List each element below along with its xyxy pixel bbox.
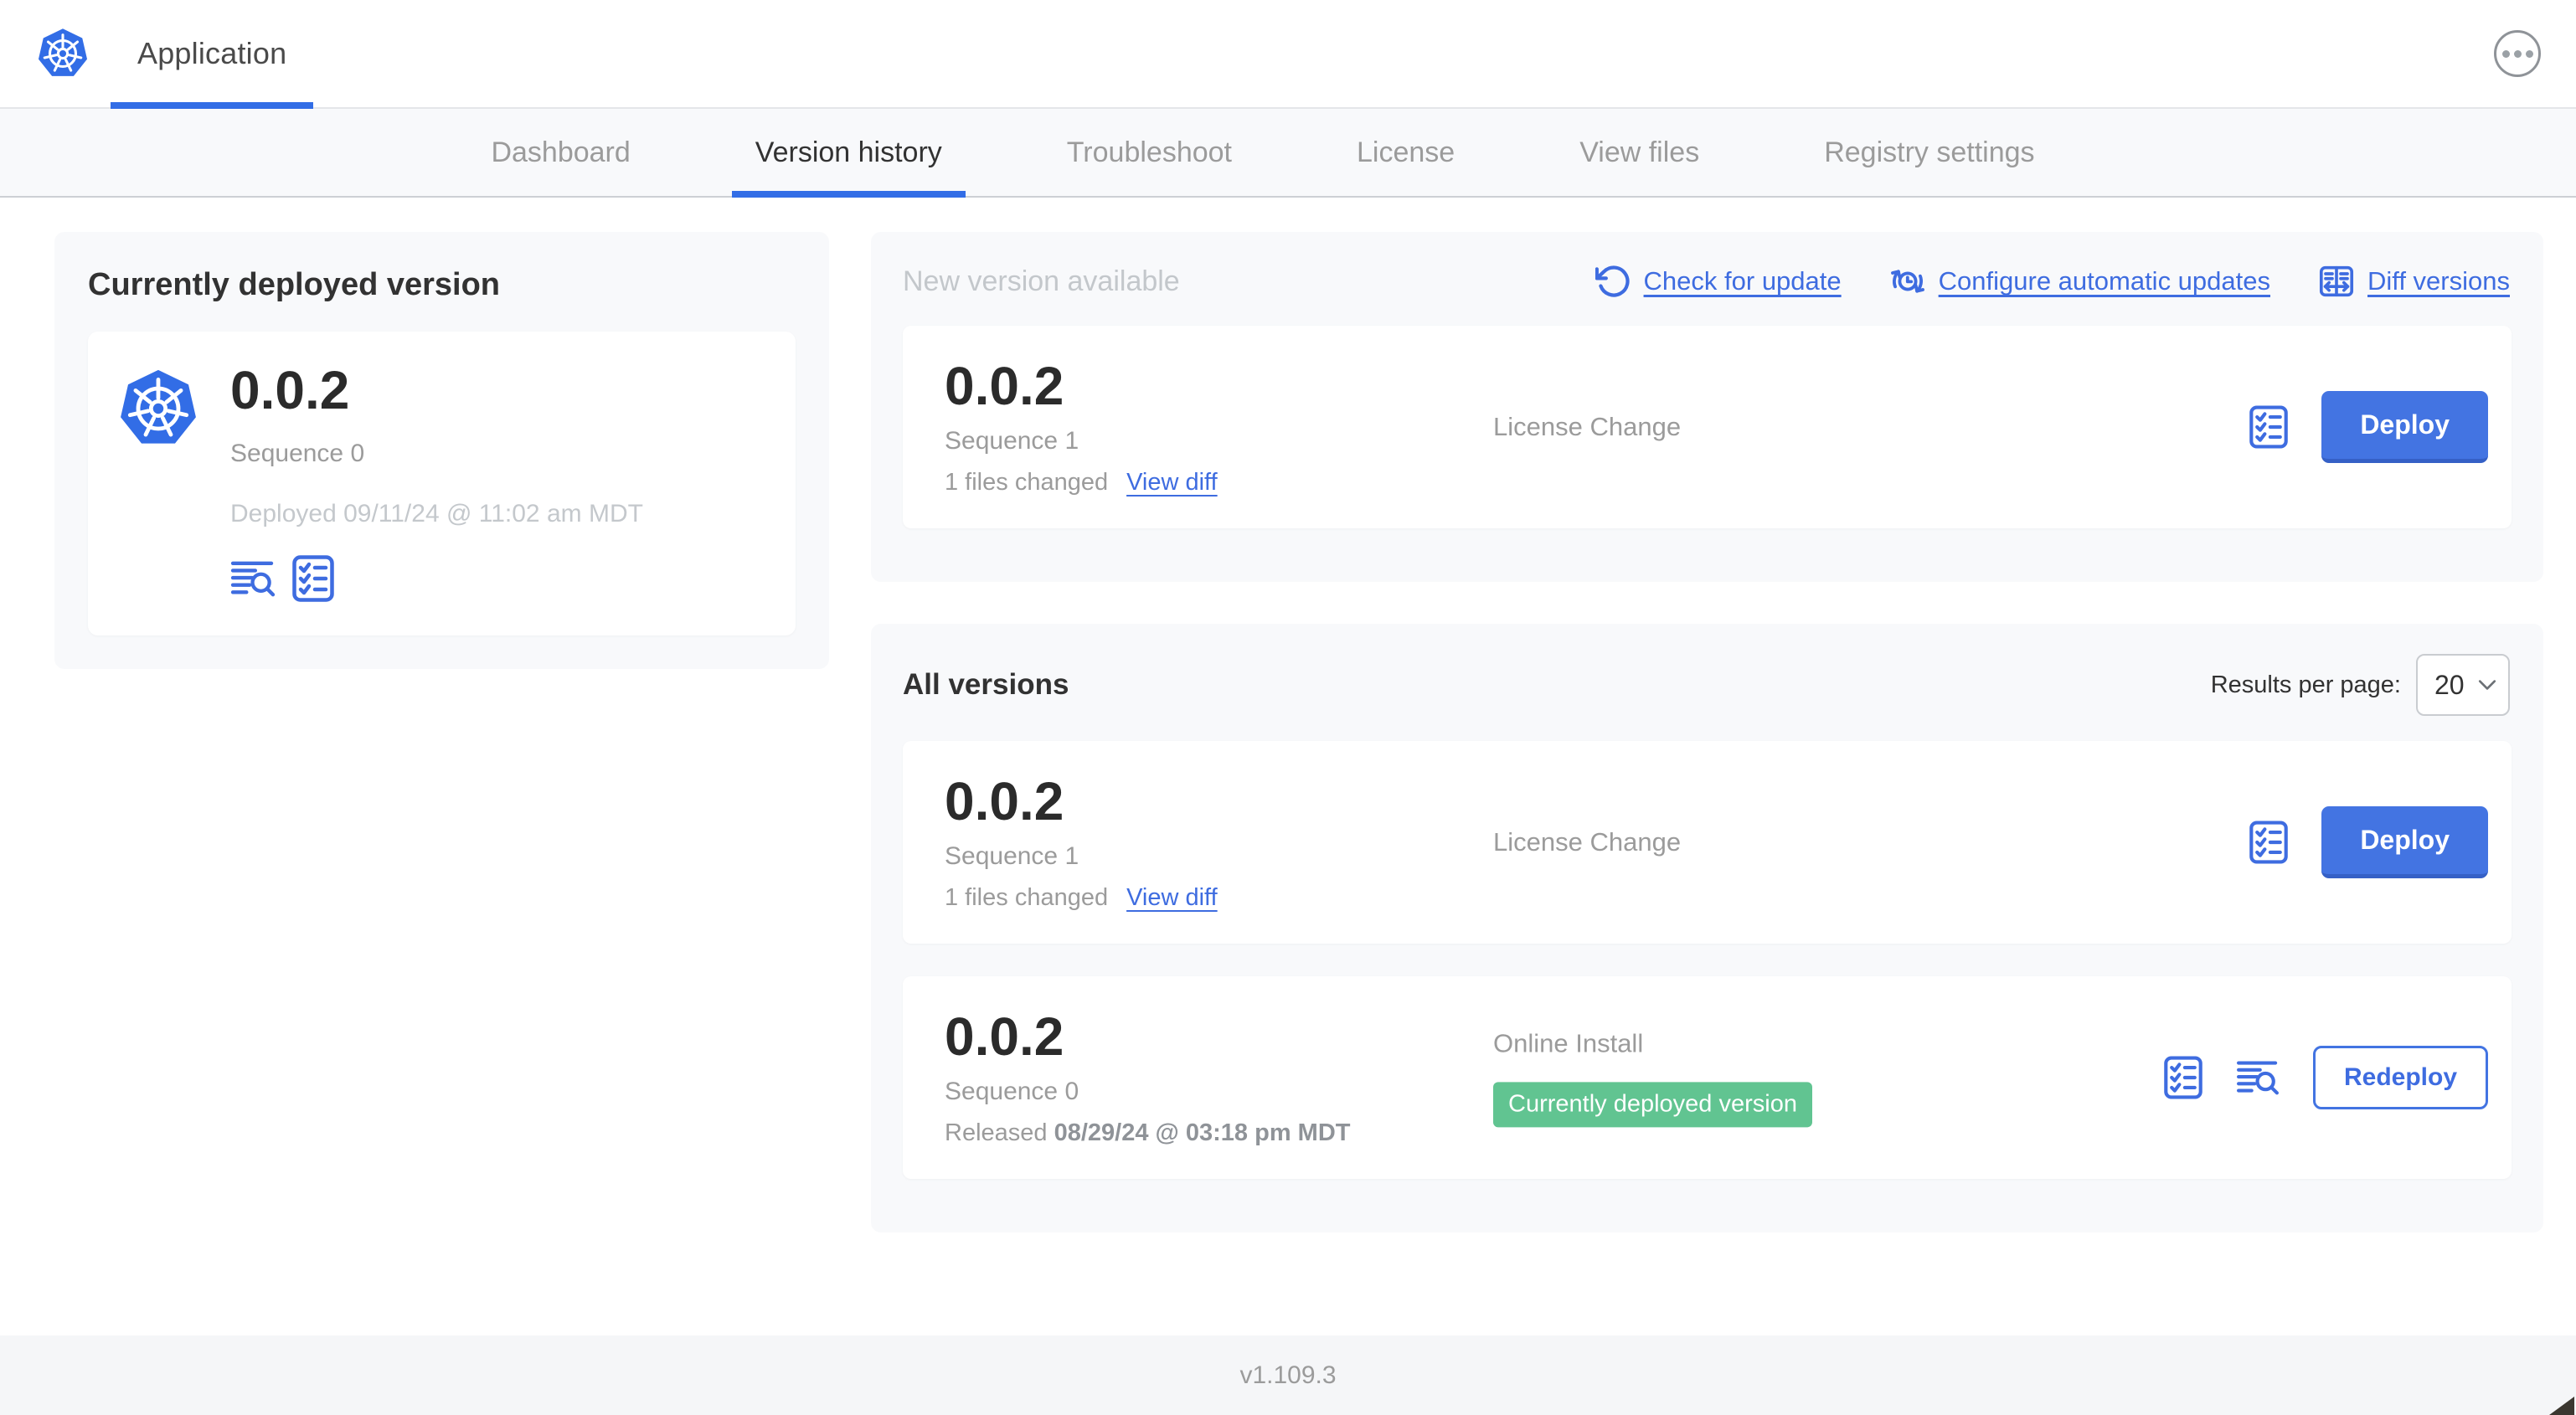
app-tab[interactable]: Application: [111, 0, 314, 109]
files-changed-label: 1 files changed: [945, 469, 1109, 497]
version-row-sequence-0: 0.0.2 Sequence 0 Released 08/29/24 @ 03:…: [903, 976, 2512, 1180]
current-sequence: Sequence 0: [230, 440, 365, 468]
app-brand: Application: [37, 0, 314, 109]
refresh-ccw-icon: [1595, 265, 1630, 297]
chevron-down-icon: [2478, 680, 2496, 690]
page-footer: v1.109.3: [0, 1335, 2576, 1415]
console-version-label: v1.109.3: [1239, 1361, 1337, 1389]
active-tab-underline: [731, 191, 966, 198]
version-sequence: Sequence 1: [945, 842, 1079, 871]
current-version-number: 0.0.2: [230, 360, 350, 420]
diff-table-icon: [2319, 265, 2354, 297]
admin-console-page: Application Dashboard Version history Tr…: [0, 0, 2576, 1415]
configure-automatic-updates-link[interactable]: Configure automatic updates: [1888, 262, 2270, 301]
version-number: 0.0.2: [945, 356, 1064, 416]
tab-license[interactable]: License: [1357, 109, 1455, 196]
deploy-button[interactable]: Deploy: [2321, 391, 2488, 464]
tab-version-history[interactable]: Version history: [731, 109, 966, 198]
nav-tabbar: Dashboard Version history Troubleshoot L…: [0, 109, 2576, 198]
new-version-panel: New version available Check for update C…: [871, 232, 2543, 583]
tab-view-files[interactable]: View files: [1579, 109, 1699, 196]
preflight-checks-icon[interactable]: [292, 555, 334, 602]
diff-versions-link[interactable]: Diff versions: [2317, 262, 2510, 301]
version-source-label: Online Install: [1493, 1028, 1644, 1058]
currently-deployed-panel: Currently deployed version 0.0.2 Sequenc…: [54, 232, 829, 670]
preflight-checks-icon[interactable]: [2249, 821, 2288, 864]
tab-dashboard[interactable]: Dashboard: [491, 109, 630, 196]
deploy-button[interactable]: Deploy: [2321, 806, 2488, 879]
kubernetes-logo-icon: [37, 26, 89, 81]
version-number: 0.0.2: [945, 1006, 1064, 1068]
currently-deployed-card: 0.0.2 Sequence 0 Deployed 09/11/24 @ 11:…: [88, 332, 796, 636]
results-per-page-label: Results per page:: [2210, 671, 2401, 698]
version-number: 0.0.2: [945, 771, 1064, 832]
version-source-label: License Change: [1493, 827, 1682, 857]
preflight-checks-icon[interactable]: [2164, 1056, 2202, 1099]
version-sequence: Sequence 1: [945, 427, 1079, 455]
app-tab-active-underline: [111, 102, 314, 109]
all-versions-panel: All versions Results per page: 20 0.0.2 …: [871, 624, 2543, 1233]
deploy-logs-icon[interactable]: [230, 559, 276, 598]
tab-registry-settings[interactable]: Registry settings: [1824, 109, 2034, 196]
all-versions-title: All versions: [903, 668, 1069, 702]
preflight-checks-icon[interactable]: [2249, 405, 2288, 449]
results-per-page-select[interactable]: 20: [2416, 654, 2510, 717]
clock-refresh-icon: [1890, 270, 1924, 293]
view-diff-link[interactable]: View diff: [1126, 884, 1218, 912]
files-changed-label: 1 files changed: [945, 884, 1109, 912]
redeploy-button[interactable]: Redeploy: [2312, 1046, 2488, 1110]
new-version-title: New version available: [903, 265, 1180, 297]
currently-deployed-title: Currently deployed version: [88, 267, 501, 302]
current-deployed-timestamp: Deployed 09/11/24 @ 11:02 am MDT: [230, 500, 643, 528]
kubernetes-app-icon: [118, 367, 198, 450]
ellipsis-icon: [2501, 49, 2510, 58]
new-version-row: 0.0.2 Sequence 1 1 files changed View di…: [903, 326, 2512, 529]
version-row-sequence-1: 0.0.2 Sequence 1 1 files changed View di…: [903, 741, 2512, 944]
currently-deployed-badge: Currently deployed version: [1493, 1082, 1812, 1127]
app-tab-label: Application: [137, 36, 287, 70]
check-for-update-link[interactable]: Check for update: [1595, 263, 1842, 300]
version-released-timestamp: Released 08/29/24 @ 03:18 pm MDT: [945, 1119, 1351, 1147]
main-content: Currently deployed version 0.0.2 Sequenc…: [0, 198, 2576, 1233]
top-header: Application: [0, 0, 2576, 109]
tab-troubleshoot[interactable]: Troubleshoot: [1067, 109, 1232, 196]
view-diff-link[interactable]: View diff: [1126, 469, 1218, 497]
deploy-logs-icon[interactable]: [2236, 1059, 2280, 1096]
version-source-label: License Change: [1493, 412, 1682, 442]
more-options-button[interactable]: [2494, 30, 2541, 77]
version-sequence: Sequence 0: [945, 1078, 1079, 1106]
